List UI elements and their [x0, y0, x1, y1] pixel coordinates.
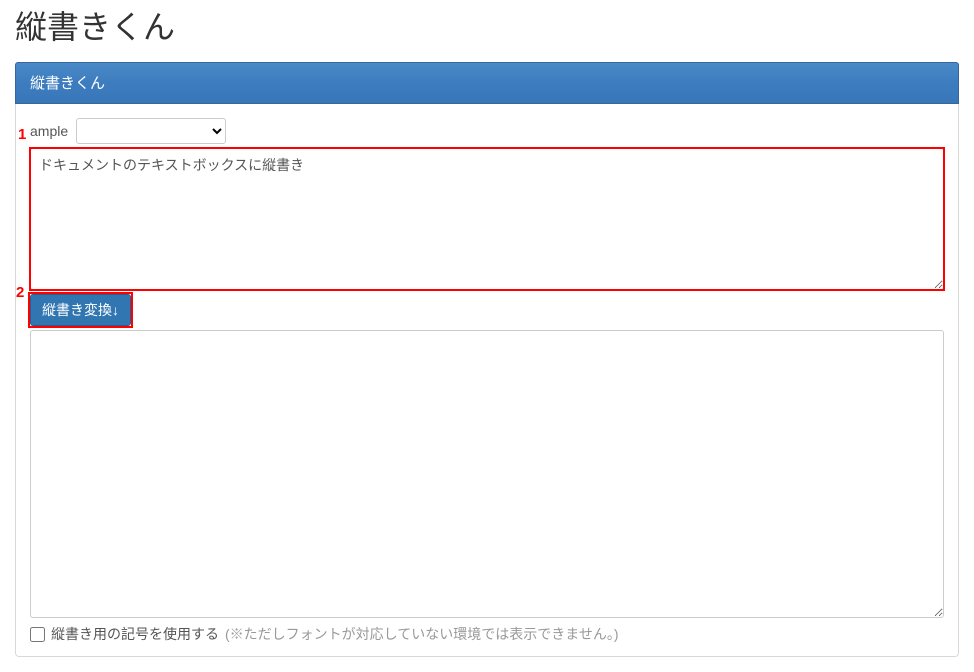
- convert-button[interactable]: 縦書き変換↓: [30, 294, 131, 326]
- panel-title: 縦書きくん: [30, 75, 105, 92]
- checkbox-label: 縦書き用の記号を使用する: [51, 624, 219, 644]
- sample-label: ample: [30, 123, 68, 139]
- panel-header: 縦書きくん: [15, 62, 959, 104]
- annotation-number-1: 1: [18, 126, 26, 143]
- sample-select[interactable]: [76, 118, 226, 144]
- checkbox-hint: (※ただしフォントが対応していない環境では表示できません。): [225, 624, 618, 644]
- vertical-symbols-checkbox[interactable]: [30, 627, 45, 642]
- annotation-number-2: 2: [16, 284, 24, 301]
- output-textarea[interactable]: [30, 330, 944, 618]
- input-textarea[interactable]: [30, 148, 944, 290]
- main-panel: 縦書きくん ample 1 縦書き変換↓ 2: [15, 62, 959, 657]
- page-title: 縦書きくん: [15, 2, 959, 48]
